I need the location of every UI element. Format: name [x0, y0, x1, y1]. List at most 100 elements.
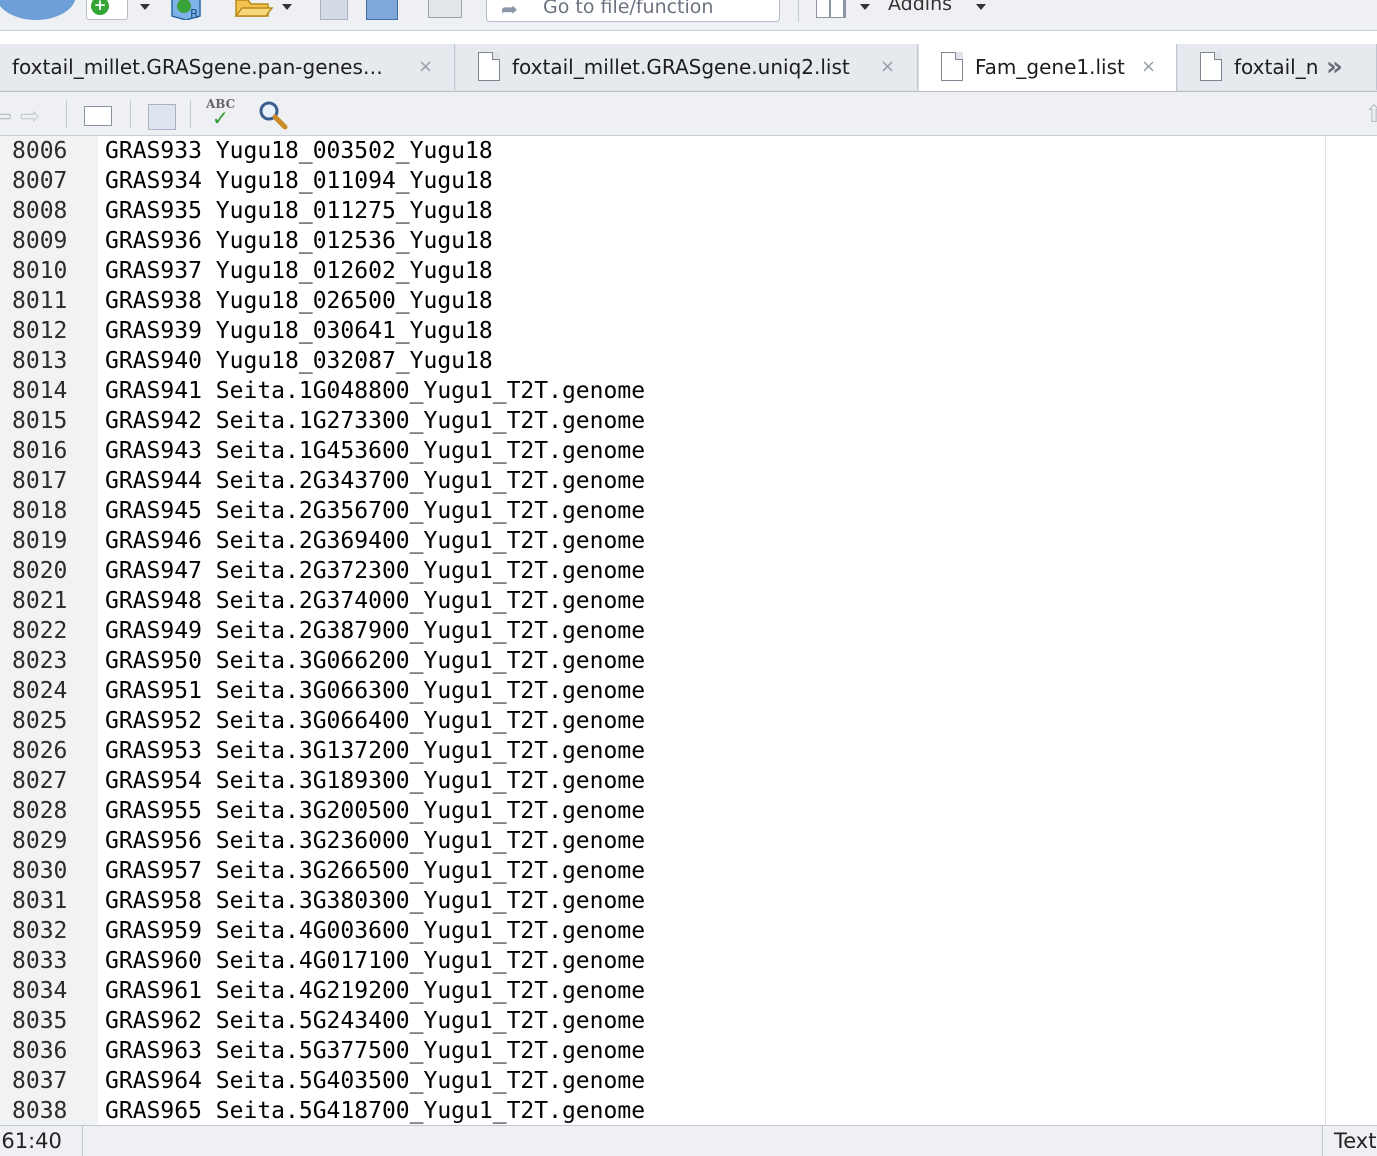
editor-line[interactable]: 8009 GRAS936 Yugu18_012536_Yugu18	[0, 226, 1326, 256]
editor-line[interactable]: 8035 GRAS962 Seita.5G243400_Yugu1_T2T.gen…	[0, 1006, 1326, 1036]
editor-line[interactable]: 8022 GRAS949 Seita.2G387900_Yugu1_T2T.gen…	[0, 616, 1326, 646]
line-text[interactable]: GRAS944 Seita.2G343700_Yugu1_T2T.genome	[105, 466, 645, 496]
save-icon[interactable]	[320, 0, 348, 20]
line-text[interactable]: GRAS940 Yugu18_032087_Yugu18	[105, 346, 493, 376]
line-text[interactable]: GRAS964 Seita.5G403500_Yugu1_T2T.genome	[105, 1066, 645, 1096]
addins-dropdown-icon[interactable]	[976, 4, 986, 10]
doc-icon	[478, 52, 500, 81]
editor-line[interactable]: 8012 GRAS939 Yugu18_030641_Yugu18	[0, 316, 1326, 346]
line-number: 8024	[12, 678, 68, 704]
spellcheck-icon[interactable]: ABC ✓	[206, 98, 242, 130]
tab-close-icon[interactable]: ×	[880, 56, 895, 78]
line-text[interactable]: GRAS960 Seita.4G017100_Yugu1_T2T.genome	[105, 946, 645, 976]
line-text[interactable]: GRAS954 Seita.3G189300_Yugu1_T2T.genome	[105, 766, 645, 796]
open-folder-icon[interactable]	[234, 0, 274, 18]
open-dropdown-icon[interactable]	[282, 4, 292, 10]
tab-close-icon[interactable]: ×	[418, 56, 433, 78]
editor-line[interactable]: 8016 GRAS943 Seita.1G453600_Yugu1_T2T.gen…	[0, 436, 1326, 466]
line-text[interactable]: GRAS936 Yugu18_012536_Yugu18	[105, 226, 493, 256]
print-icon[interactable]	[428, 0, 462, 18]
back-arrow-icon[interactable]: ⇦	[0, 104, 12, 128]
editor-line[interactable]: 8011 GRAS938 Yugu18_026500_Yugu18	[0, 286, 1326, 316]
line-text[interactable]: GRAS934 Yugu18_011094_Yugu18	[105, 166, 493, 196]
line-text[interactable]: GRAS933 Yugu18_003502_Yugu18	[105, 136, 493, 166]
editor-line[interactable]: 8023 GRAS950 Seita.3G066200_Yugu1_T2T.gen…	[0, 646, 1326, 676]
line-text[interactable]: GRAS958 Seita.3G380300_Yugu1_T2T.genome	[105, 886, 645, 916]
up-arrow-icon[interactable]: ⇧	[1364, 102, 1377, 126]
new-file-dropdown-icon[interactable]	[140, 4, 150, 10]
editor-line[interactable]: 8017 GRAS944 Seita.2G343700_Yugu1_T2T.gen…	[0, 466, 1326, 496]
line-text[interactable]: GRAS953 Seita.3G137200_Yugu1_T2T.genome	[105, 736, 645, 766]
forward-arrow-icon[interactable]: ⇨	[20, 104, 40, 128]
editor-line[interactable]: 8015 GRAS942 Seita.1G273300_Yugu1_T2T.gen…	[0, 406, 1326, 436]
line-text[interactable]: GRAS950 Seita.3G066200_Yugu1_T2T.genome	[105, 646, 645, 676]
line-text[interactable]: GRAS942 Seita.1G273300_Yugu1_T2T.genome	[105, 406, 645, 436]
show-in-window-icon[interactable]	[84, 106, 112, 126]
editor-line[interactable]: 8036 GRAS963 Seita.5G377500_Yugu1_T2T.gen…	[0, 1036, 1326, 1066]
editor-line[interactable]: 8032 GRAS959 Seita.4G003600_Yugu1_T2T.gen…	[0, 916, 1326, 946]
new-file-button[interactable]: +	[86, 0, 128, 20]
line-text[interactable]: GRAS962 Seita.5G243400_Yugu1_T2T.genome	[105, 1006, 645, 1036]
editor-line[interactable]: 8024 GRAS951 Seita.3G066300_Yugu1_T2T.gen…	[0, 676, 1326, 706]
editor-line[interactable]: 8010 GRAS937 Yugu18_012602_Yugu18	[0, 256, 1326, 286]
editor-line[interactable]: 8018 GRAS945 Seita.2G356700_Yugu1_T2T.gen…	[0, 496, 1326, 526]
vertical-scrollbar[interactable]	[1325, 136, 1377, 1126]
editor-line[interactable]: 8014 GRAS941 Seita.1G048800_Yugu1_T2T.gen…	[0, 376, 1326, 406]
goto-file-input[interactable]	[543, 0, 773, 17]
line-text[interactable]: GRAS955 Seita.3G200500_Yugu1_T2T.genome	[105, 796, 645, 826]
editor-line[interactable]: 8025 GRAS952 Seita.3G066400_Yugu1_T2T.gen…	[0, 706, 1326, 736]
line-text[interactable]: GRAS948 Seita.2G374000_Yugu1_T2T.genome	[105, 586, 645, 616]
save-icon[interactable]	[148, 104, 176, 130]
line-text[interactable]: GRAS938 Yugu18_026500_Yugu18	[105, 286, 493, 316]
editor-line[interactable]: 8029 GRAS956 Seita.3G236000_Yugu1_T2T.gen…	[0, 826, 1326, 856]
editor-line[interactable]: 8031 GRAS958 Seita.3G380300_Yugu1_T2T.gen…	[0, 886, 1326, 916]
tab-fam-gene1-list[interactable]: Fam_gene1.list ×	[919, 44, 1177, 91]
line-text[interactable]: GRAS949 Seita.2G387900_Yugu1_T2T.genome	[105, 616, 645, 646]
editor-line[interactable]: 8027 GRAS954 Seita.3G189300_Yugu1_T2T.gen…	[0, 766, 1326, 796]
editor-line[interactable]: 8008 GRAS935 Yugu18_011275_Yugu18	[0, 196, 1326, 226]
line-text[interactable]: GRAS941 Seita.1G048800_Yugu1_T2T.genome	[105, 376, 645, 406]
goto-file-box[interactable]: ➦	[486, 0, 780, 22]
line-text[interactable]: GRAS943 Seita.1G453600_Yugu1_T2T.genome	[105, 436, 645, 466]
tab-foxtail-more[interactable]: foxtail_n	[1178, 44, 1377, 90]
tab-overflow-icon[interactable]: »	[1326, 52, 1343, 82]
line-text[interactable]: GRAS956 Seita.3G236000_Yugu1_T2T.genome	[105, 826, 645, 856]
project-icon[interactable]: R	[170, 0, 206, 20]
line-text[interactable]: GRAS965 Seita.5G418700_Yugu1_T2T.genome	[105, 1096, 645, 1126]
addins-menu[interactable]: Addins	[888, 0, 952, 16]
editor-line[interactable]: 8037 GRAS964 Seita.5G403500_Yugu1_T2T.gen…	[0, 1066, 1326, 1096]
editor-line[interactable]: 8021 GRAS948 Seita.2G374000_Yugu1_T2T.gen…	[0, 586, 1326, 616]
line-text[interactable]: GRAS951 Seita.3G066300_Yugu1_T2T.genome	[105, 676, 645, 706]
editor-pane[interactable]: 8006 GRAS933 Yugu18_003502_Yugu18 8007 GRAS…	[0, 136, 1377, 1126]
save-all-icon[interactable]	[366, 0, 398, 20]
tab-pan-genes[interactable]: foxtail_millet.GRASgene.pan-genes… ×	[0, 44, 455, 90]
line-text[interactable]: GRAS959 Seita.4G003600_Yugu1_T2T.genome	[105, 916, 645, 946]
editor-line[interactable]: 8006 GRAS933 Yugu18_003502_Yugu18	[0, 136, 1326, 166]
line-text[interactable]: GRAS952 Seita.3G066400_Yugu1_T2T.genome	[105, 706, 645, 736]
editor-line[interactable]: 8028 GRAS955 Seita.3G200500_Yugu1_T2T.gen…	[0, 796, 1326, 826]
grid-dropdown-icon[interactable]	[860, 4, 870, 10]
editor-line[interactable]: 8034 GRAS961 Seita.4G219200_Yugu1_T2T.gen…	[0, 976, 1326, 1006]
line-text[interactable]: GRAS937 Yugu18_012602_Yugu18	[105, 256, 493, 286]
line-text[interactable]: GRAS961 Seita.4G219200_Yugu1_T2T.genome	[105, 976, 645, 1006]
editor-line[interactable]: 8013 GRAS940 Yugu18_032087_Yugu18	[0, 346, 1326, 376]
editor-line[interactable]: 8038 GRAS965 Seita.5G418700_Yugu1_T2T.gen…	[0, 1096, 1326, 1126]
line-text[interactable]: GRAS935 Yugu18_011275_Yugu18	[105, 196, 493, 226]
line-text[interactable]: GRAS957 Seita.3G266500_Yugu1_T2T.genome	[105, 856, 645, 886]
line-text[interactable]: GRAS963 Seita.5G377500_Yugu1_T2T.genome	[105, 1036, 645, 1066]
editor-line[interactable]: 8019 GRAS946 Seita.2G369400_Yugu1_T2T.gen…	[0, 526, 1326, 556]
line-text[interactable]: GRAS945 Seita.2G356700_Yugu1_T2T.genome	[105, 496, 645, 526]
editor-line[interactable]: 8033 GRAS960 Seita.4G017100_Yugu1_T2T.gen…	[0, 946, 1326, 976]
line-text[interactable]: GRAS946 Seita.2G369400_Yugu1_T2T.genome	[105, 526, 645, 556]
tab-close-icon[interactable]: ×	[1141, 56, 1156, 78]
file-type-selector[interactable]: Text	[1334, 1127, 1376, 1155]
editor-line[interactable]: 8026 GRAS953 Seita.3G137200_Yugu1_T2T.gen…	[0, 736, 1326, 766]
tab-uniq2-list[interactable]: foxtail_millet.GRASgene.uniq2.list ×	[456, 44, 918, 90]
editor-line[interactable]: 8030 GRAS957 Seita.3G266500_Yugu1_T2T.gen…	[0, 856, 1326, 886]
line-text[interactable]: GRAS939 Yugu18_030641_Yugu18	[105, 316, 493, 346]
line-text[interactable]: GRAS947 Seita.2G372300_Yugu1_T2T.genome	[105, 556, 645, 586]
search-icon[interactable]	[258, 100, 288, 130]
grid-layout-icon[interactable]	[816, 0, 846, 18]
editor-line[interactable]: 8007 GRAS934 Yugu18_011094_Yugu18	[0, 166, 1326, 196]
editor-line[interactable]: 8020 GRAS947 Seita.2G372300_Yugu1_T2T.gen…	[0, 556, 1326, 586]
